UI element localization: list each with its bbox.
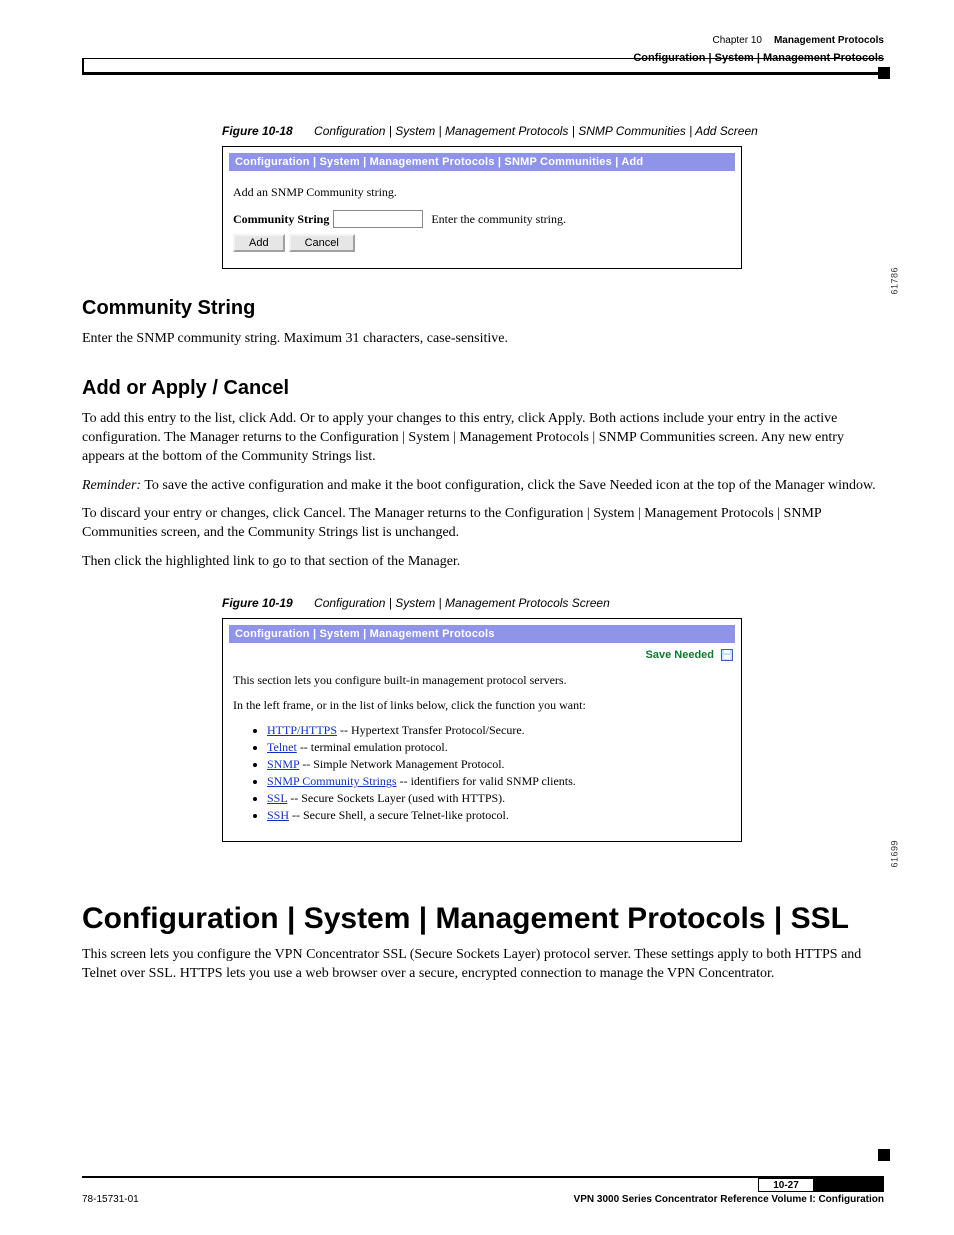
telnet-link[interactable]: Telnet [267, 740, 297, 754]
save-needed-link[interactable]: Save Needed [646, 649, 714, 661]
reminder-body: To save the active configuration and mak… [144, 478, 875, 493]
list-item: SSH -- Secure Shell, a secure Telnet-lik… [267, 808, 731, 823]
sc1-instruction: Add an SNMP Community string. [233, 185, 731, 200]
community-string-input[interactable] [333, 210, 423, 228]
list-desc: -- terminal emulation protocol. [297, 740, 448, 754]
save-icon[interactable] [721, 648, 733, 660]
figure2-screenshot: Configuration | System | Management Prot… [222, 618, 742, 842]
community-string-body: Enter the SNMP community string. Maximum… [82, 330, 884, 349]
protocol-list: HTTP/HTTPS -- Hypertext Transfer Protoco… [267, 723, 731, 823]
ssh-link[interactable]: SSH [267, 808, 289, 822]
add-button[interactable]: Add [233, 234, 285, 252]
footer-block [814, 1178, 884, 1192]
sc1-breadcrumb: Configuration | System | Management Prot… [229, 153, 735, 171]
chapter-label: Chapter 10 [712, 35, 761, 46]
add-apply-cancel-heading: Add or Apply / Cancel [82, 377, 884, 400]
figure1-code: 61786 [890, 267, 900, 295]
community-string-heading: Community String [82, 297, 884, 320]
list-desc: -- identifiers for valid SNMP clients. [397, 774, 576, 788]
page-number: 10-27 [758, 1178, 814, 1192]
list-desc: -- Secure Sockets Layer (used with HTTPS… [287, 791, 505, 805]
ssl-body: This screen lets you configure the VPN C… [82, 946, 884, 984]
list-desc: -- Simple Network Management Protocol. [299, 757, 504, 771]
reminder-label: Reminder: [82, 478, 141, 493]
snmp-community-link[interactable]: SNMP Community Strings [267, 774, 397, 788]
list-desc: -- Secure Shell, a secure Telnet-like pr… [289, 808, 509, 822]
sc2-p2: In the left frame, or in the list of lin… [233, 698, 731, 713]
ssl-heading: Configuration | System | Management Prot… [82, 902, 884, 936]
add-apply-p2: To discard your entry or changes, click … [82, 505, 884, 543]
ssl-link[interactable]: SSL [267, 791, 287, 805]
list-item: SSL -- Secure Sockets Layer (used with H… [267, 791, 731, 806]
figure2-title: Configuration | System | Management Prot… [314, 596, 610, 610]
list-item: Telnet -- terminal emulation protocol. [267, 740, 731, 755]
list-item: HTTP/HTTPS -- Hypertext Transfer Protoco… [267, 723, 731, 738]
doc-title: VPN 3000 Series Concentrator Reference V… [574, 1194, 884, 1205]
cancel-button[interactable]: Cancel [289, 234, 355, 252]
footer-square-icon [878, 1149, 890, 1161]
figure2-id: Figure 10-19 [222, 596, 293, 610]
figure2-code: 61699 [890, 840, 900, 868]
http-https-link[interactable]: HTTP/HTTPS [267, 723, 337, 737]
list-desc: -- Hypertext Transfer Protocol/Secure. [337, 723, 525, 737]
snmp-link[interactable]: SNMP [267, 757, 299, 771]
list-item: SNMP Community Strings -- identifiers fo… [267, 774, 731, 789]
community-string-label: Community String [233, 212, 329, 227]
chapter-title: Management Protocols [774, 35, 884, 46]
doc-code: 78-15731-01 [82, 1194, 139, 1205]
add-apply-p3: Then click the highlighted link to go to… [82, 553, 884, 572]
list-item: SNMP -- Simple Network Management Protoc… [267, 757, 731, 772]
add-apply-p1: To add this entry to the list, click Add… [82, 410, 884, 467]
sc2-p1: This section lets you configure built-in… [233, 673, 731, 688]
community-string-hint: Enter the community string. [431, 212, 566, 227]
figure1-screenshot: Configuration | System | Management Prot… [222, 146, 742, 269]
sc2-breadcrumb: Configuration | System | Management Prot… [229, 625, 735, 643]
figure1-id: Figure 10-18 [222, 124, 293, 138]
figure1-title: Configuration | System | Management Prot… [314, 124, 758, 138]
